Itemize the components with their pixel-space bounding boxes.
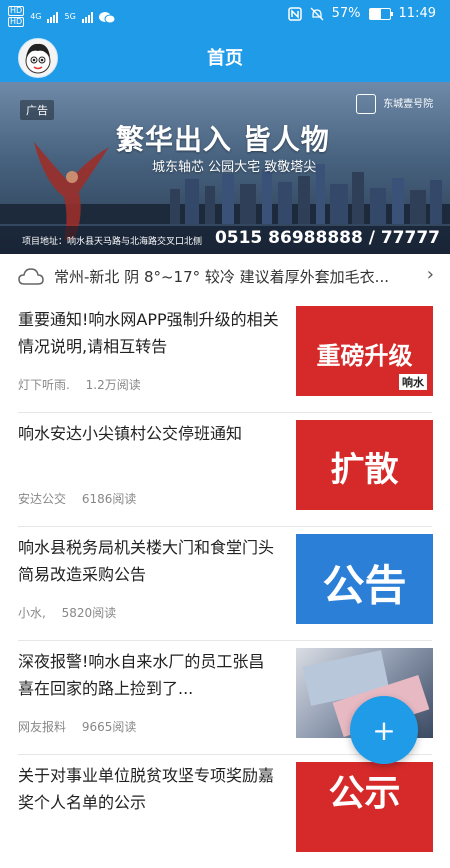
ad-brand: 东城壹号院: [356, 94, 433, 114]
app-header: 首页: [0, 30, 450, 82]
news-thumbnail: 公示: [296, 762, 433, 852]
clock: 11:49: [398, 6, 436, 21]
news-meta: 安达公交 6186阅读: [18, 490, 136, 507]
news-title: 关于对事业单位脱贫攻坚专项奖励嘉奖个人名单的公示: [18, 766, 275, 812]
dancer-figure-image: [34, 142, 109, 240]
page-title: 首页: [207, 48, 243, 69]
ad-subline: 城东轴芯 公园大宅 致敬塔尖: [152, 160, 317, 175]
ad-address: 项目地址：响水县天马路与北海路交叉口北侧: [22, 237, 203, 247]
news-meta: 灯下听雨. 1.2万阅读: [18, 376, 141, 393]
status-bar: HD HD 4G 5G 57% 11:49: [0, 0, 450, 30]
hd-icon: HD: [8, 6, 25, 16]
news-thumbnail: 公告: [296, 534, 433, 624]
signal-icon: [81, 11, 93, 23]
ad-label: 广告: [20, 100, 54, 120]
chevron-right-icon: ›: [426, 264, 434, 285]
ad-banner[interactable]: 广告 繁华出入 皆人物 城东轴芯 公园大宅 致敬塔尖 东城壹号院 项目地址：响水…: [0, 82, 450, 254]
network-type-label: 4G: [30, 12, 42, 21]
battery-icon: [368, 7, 393, 20]
status-left: HD HD 4G 5G: [8, 6, 115, 27]
thumbnail-text: 公告: [322, 561, 407, 610]
network-type-label: 5G: [64, 12, 76, 21]
hd-indicators: HD HD: [8, 6, 25, 27]
thumbnail-watermark: 响水: [399, 374, 427, 390]
news-source: 小水,: [18, 606, 46, 620]
ad-brand-name: 东城壹号院: [383, 99, 434, 110]
status-right: 57% 11:49: [287, 6, 436, 21]
nfc-icon: [287, 6, 302, 21]
hd-icon: HD: [8, 17, 25, 27]
battery-percent: 57%: [331, 6, 361, 21]
ad-footer: 项目地址：响水县天马路与北海路交叉口北侧 0515 86988888 / 777…: [0, 226, 450, 254]
ad-phone: 0515 86988888 / 77777: [214, 228, 440, 248]
news-item[interactable]: 关于对事业单位脱贫攻坚专项奖励嘉奖个人名单的公示 公示: [18, 754, 433, 868]
battery-fill: [369, 8, 381, 19]
news-source: 网友报料: [18, 720, 67, 734]
wechat-icon: [98, 11, 115, 23]
news-meta: 网友报料 9665阅读: [18, 718, 136, 735]
weather-text: 常州-新北 阴 8°~17° 较冷 建议着厚外套加毛衣...: [54, 268, 389, 286]
news-source: 安达公交: [18, 492, 67, 506]
weather-bar[interactable]: 常州-新北 阴 8°~17° 较冷 建议着厚外套加毛衣... ›: [0, 254, 450, 298]
news-title: 响水县税务局机关楼大门和食堂门头简易改造采购公告: [18, 538, 275, 584]
add-post-button[interactable]: +: [350, 696, 418, 764]
thumbnail-text: 重磅升级: [316, 342, 413, 370]
thumbnail-text: 扩散: [330, 450, 399, 490]
news-title: 深夜报警!响水自来水厂的员工张昌喜在回家的路上捡到了...: [18, 652, 265, 698]
brand-logo-icon: [356, 94, 376, 114]
news-meta: 小水, 5820阅读: [18, 604, 116, 621]
news-item[interactable]: 响水县税务局机关楼大门和食堂门头简易改造采购公告 小水, 5820阅读 公告: [18, 526, 433, 641]
signal-icon: [47, 11, 59, 23]
news-thumbnail: 重磅升级 响水: [296, 306, 433, 396]
news-reads: 1.2万阅读: [85, 378, 141, 392]
plus-icon: +: [372, 713, 396, 747]
thumbnail-text: 公示: [328, 773, 401, 814]
news-reads: 6186阅读: [81, 492, 137, 506]
mute-icon: [310, 7, 324, 20]
cloud-icon: [18, 268, 44, 285]
news-title: 重要通知!响水网APP强制升级的相关情况说明,请相互转告: [18, 310, 279, 356]
news-thumbnail: 扩散: [296, 420, 433, 510]
ad-headline: 繁华出入 皆人物: [116, 123, 330, 156]
news-source: 灯下听雨.: [18, 378, 70, 392]
news-reads: 5820阅读: [61, 606, 117, 620]
news-item[interactable]: 响水安达小尖镇村公交停班通知 安达公交 6186阅读 扩散: [18, 412, 433, 527]
news-reads: 9665阅读: [81, 720, 137, 734]
news-title: 响水安达小尖镇村公交停班通知: [18, 424, 243, 443]
news-item[interactable]: 重要通知!响水网APP强制升级的相关情况说明,请相互转告 灯下听雨. 1.2万阅…: [18, 298, 433, 413]
